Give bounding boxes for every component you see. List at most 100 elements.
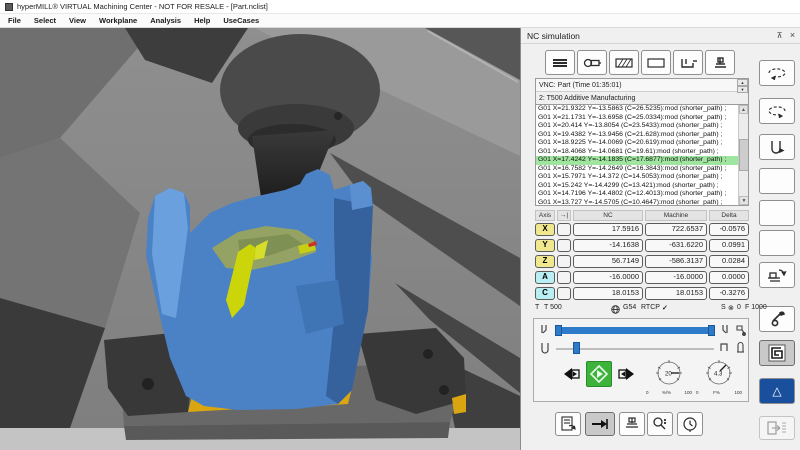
speed-override-dial[interactable]: 20 0 %/% 100 [646, 359, 692, 389]
stock-visibility-button[interactable] [545, 50, 575, 75]
speed-dial-scale: 0 %/% 100 [646, 390, 692, 395]
scale-min: 0 [696, 390, 699, 395]
scroll-up-icon[interactable]: ▲ [739, 105, 748, 114]
gcode-line[interactable]: G01 X=15.242 Y=-14.4299 (C=13.421):mod (… [536, 182, 748, 191]
block-end-icon [718, 341, 730, 354]
single-block-icon [539, 341, 551, 354]
fixture-visibility-button[interactable] [609, 50, 639, 75]
scroll-down-icon[interactable]: ▼ [739, 196, 749, 205]
scale-unit: F% [713, 390, 720, 395]
axis-z-couple-button[interactable] [557, 255, 571, 268]
gcode-scrollbar[interactable]: ▲ ▼ [738, 105, 748, 205]
menu-help[interactable]: Help [194, 16, 210, 25]
gcode-line[interactable]: G01 X=15.7971 Y=-14.372 (C=14.5053):mod … [536, 173, 748, 182]
gcode-line[interactable]: G01 X=14.7196 Y=-14.4802 (C=12.4013):mod… [536, 190, 748, 199]
scale-max: 100 [734, 390, 742, 395]
vise-view-button[interactable] [673, 50, 703, 75]
menu-file[interactable]: File [8, 16, 21, 25]
feed-dial-value: 4.3 [714, 372, 723, 378]
gcode-line[interactable]: G01 X=16.7582 Y=-14.2649 (C=16.3843):mod… [536, 165, 748, 174]
step-forward-icon [618, 365, 636, 383]
collision-triangle-icon: △ [772, 384, 781, 398]
step-back-button[interactable] [562, 365, 580, 383]
time-analysis-button[interactable] [677, 412, 703, 436]
program-spinner: ▲ ▼ [737, 79, 748, 91]
axis-x-couple-button[interactable] [557, 223, 571, 236]
pin-icon[interactable]: ⊼ [774, 30, 785, 41]
workpiece-visibility-button[interactable] [641, 50, 671, 75]
play-diamond-icon [589, 364, 609, 384]
program-name: VNC: Part (Time 01:35:01) [539, 82, 622, 89]
axis-z-button[interactable]: Z [535, 255, 555, 268]
progress-slider-handle[interactable] [573, 342, 580, 354]
protocol-report-button[interactable] [555, 412, 581, 436]
gcode-line[interactable]: G01 X=20.414 Y=-13.8054 (C=23.5433):mod … [536, 122, 748, 131]
goto-end-icon [718, 323, 730, 336]
program-range-slider[interactable] [556, 327, 714, 334]
axis-z-machine: -586.3137 [645, 255, 707, 268]
spinner-up-icon[interactable]: ▲ [737, 79, 748, 86]
axis-c-couple-button[interactable] [557, 287, 571, 300]
range-start-handle[interactable] [555, 325, 562, 336]
rotate-table-ccw-button[interactable] [759, 98, 795, 124]
menu-view[interactable]: View [69, 16, 86, 25]
gcode-line[interactable]: G01 X=21.9322 Y=-13.5863 (C=26.5235):mod… [536, 105, 748, 114]
axis-x-nc: 17.5916 [573, 223, 643, 236]
gcode-line[interactable]: G01 X=13.727 Y=-14.5705 (C=10.4647):mod … [536, 199, 748, 207]
app-icon [5, 3, 13, 11]
rotate-table-cw-button[interactable] [759, 60, 795, 86]
machining-3d-viewport[interactable] [0, 28, 520, 450]
menu-select[interactable]: Select [34, 16, 56, 25]
machine-simulation-button[interactable] [619, 412, 645, 436]
collision-check-button[interactable]: △ [759, 378, 795, 404]
menu-workplane[interactable]: Workplane [99, 16, 137, 25]
machine-view-button[interactable] [705, 50, 735, 75]
gcode-listing[interactable]: G01 X=21.9322 Y=-13.5863 (C=26.5235):mod… [535, 104, 749, 206]
empty-button-1[interactable] [759, 168, 795, 194]
analysis-tools-button[interactable] [647, 412, 673, 436]
program-row[interactable]: VNC: Part (Time 01:35:01) ▲ ▼ [536, 79, 748, 92]
simulation-playback-box: 20 0 %/% 100 4.3 [533, 318, 749, 402]
axis-x-button[interactable]: X [535, 223, 555, 236]
empty-button-3[interactable] [759, 230, 795, 256]
axis-y-nc: -14.1638 [573, 239, 643, 252]
scale-min: 0 [646, 390, 649, 395]
close-icon[interactable]: × [787, 30, 798, 41]
single-path-button[interactable] [759, 134, 795, 160]
step-forward-button[interactable] [618, 365, 636, 383]
header-delta: Delta [709, 210, 749, 221]
tool-visibility-button[interactable] [577, 50, 607, 75]
play-button[interactable] [586, 361, 612, 387]
workpiece [146, 169, 373, 410]
spinner-down-icon[interactable]: ▼ [737, 86, 748, 93]
gcode-line[interactable]: G01 X=21.1731 Y=-13.6958 (C=25.0334):mod… [536, 114, 748, 123]
step-mode-button[interactable] [585, 412, 615, 436]
work-offset: G54 [623, 304, 636, 311]
range-end-handle[interactable] [708, 325, 715, 336]
axis-a-button[interactable]: A [535, 271, 555, 284]
blank-stock-icon [646, 56, 666, 70]
gcode-line-current[interactable]: G01 X=17.4242 Y=-14.1835 (C=17.6877):mod… [536, 156, 748, 165]
gcode-line[interactable]: G01 X=19.4382 Y=-13.9456 (C=21.628):mod … [536, 131, 748, 140]
gcode-line[interactable]: G01 X=18.9225 Y=-14.0069 (C=20.619):mod … [536, 139, 748, 148]
axis-a-couple-button[interactable] [557, 271, 571, 284]
stock-layers-icon [550, 56, 570, 70]
axis-c-button[interactable]: C [535, 287, 555, 300]
menu-analysis[interactable]: Analysis [150, 16, 181, 25]
axis-y-button[interactable]: Y [535, 239, 555, 252]
machine-small-icon [623, 416, 641, 432]
globe-icon [611, 305, 620, 314]
toolpath-display-button[interactable] [759, 340, 795, 366]
uturn-path-icon [768, 139, 786, 155]
speed-dial-icon: 20 [646, 359, 692, 389]
header-nc: NC [573, 210, 643, 221]
gcode-line[interactable]: G01 X=18.4068 Y=-14.0681 (C=19.61):mod (… [536, 148, 748, 157]
feed-override-dial[interactable]: 4.3 0 F% 100 [696, 359, 742, 389]
scrollbar-thumb[interactable] [739, 139, 749, 171]
menu-usecases[interactable]: UseCases [223, 16, 259, 25]
toolpath-spiral-icon [768, 344, 786, 362]
axis-y-couple-button[interactable] [557, 239, 571, 252]
table-kinematics-button[interactable] [759, 262, 795, 288]
probe-search-icon [651, 416, 669, 432]
empty-button-2[interactable] [759, 200, 795, 226]
